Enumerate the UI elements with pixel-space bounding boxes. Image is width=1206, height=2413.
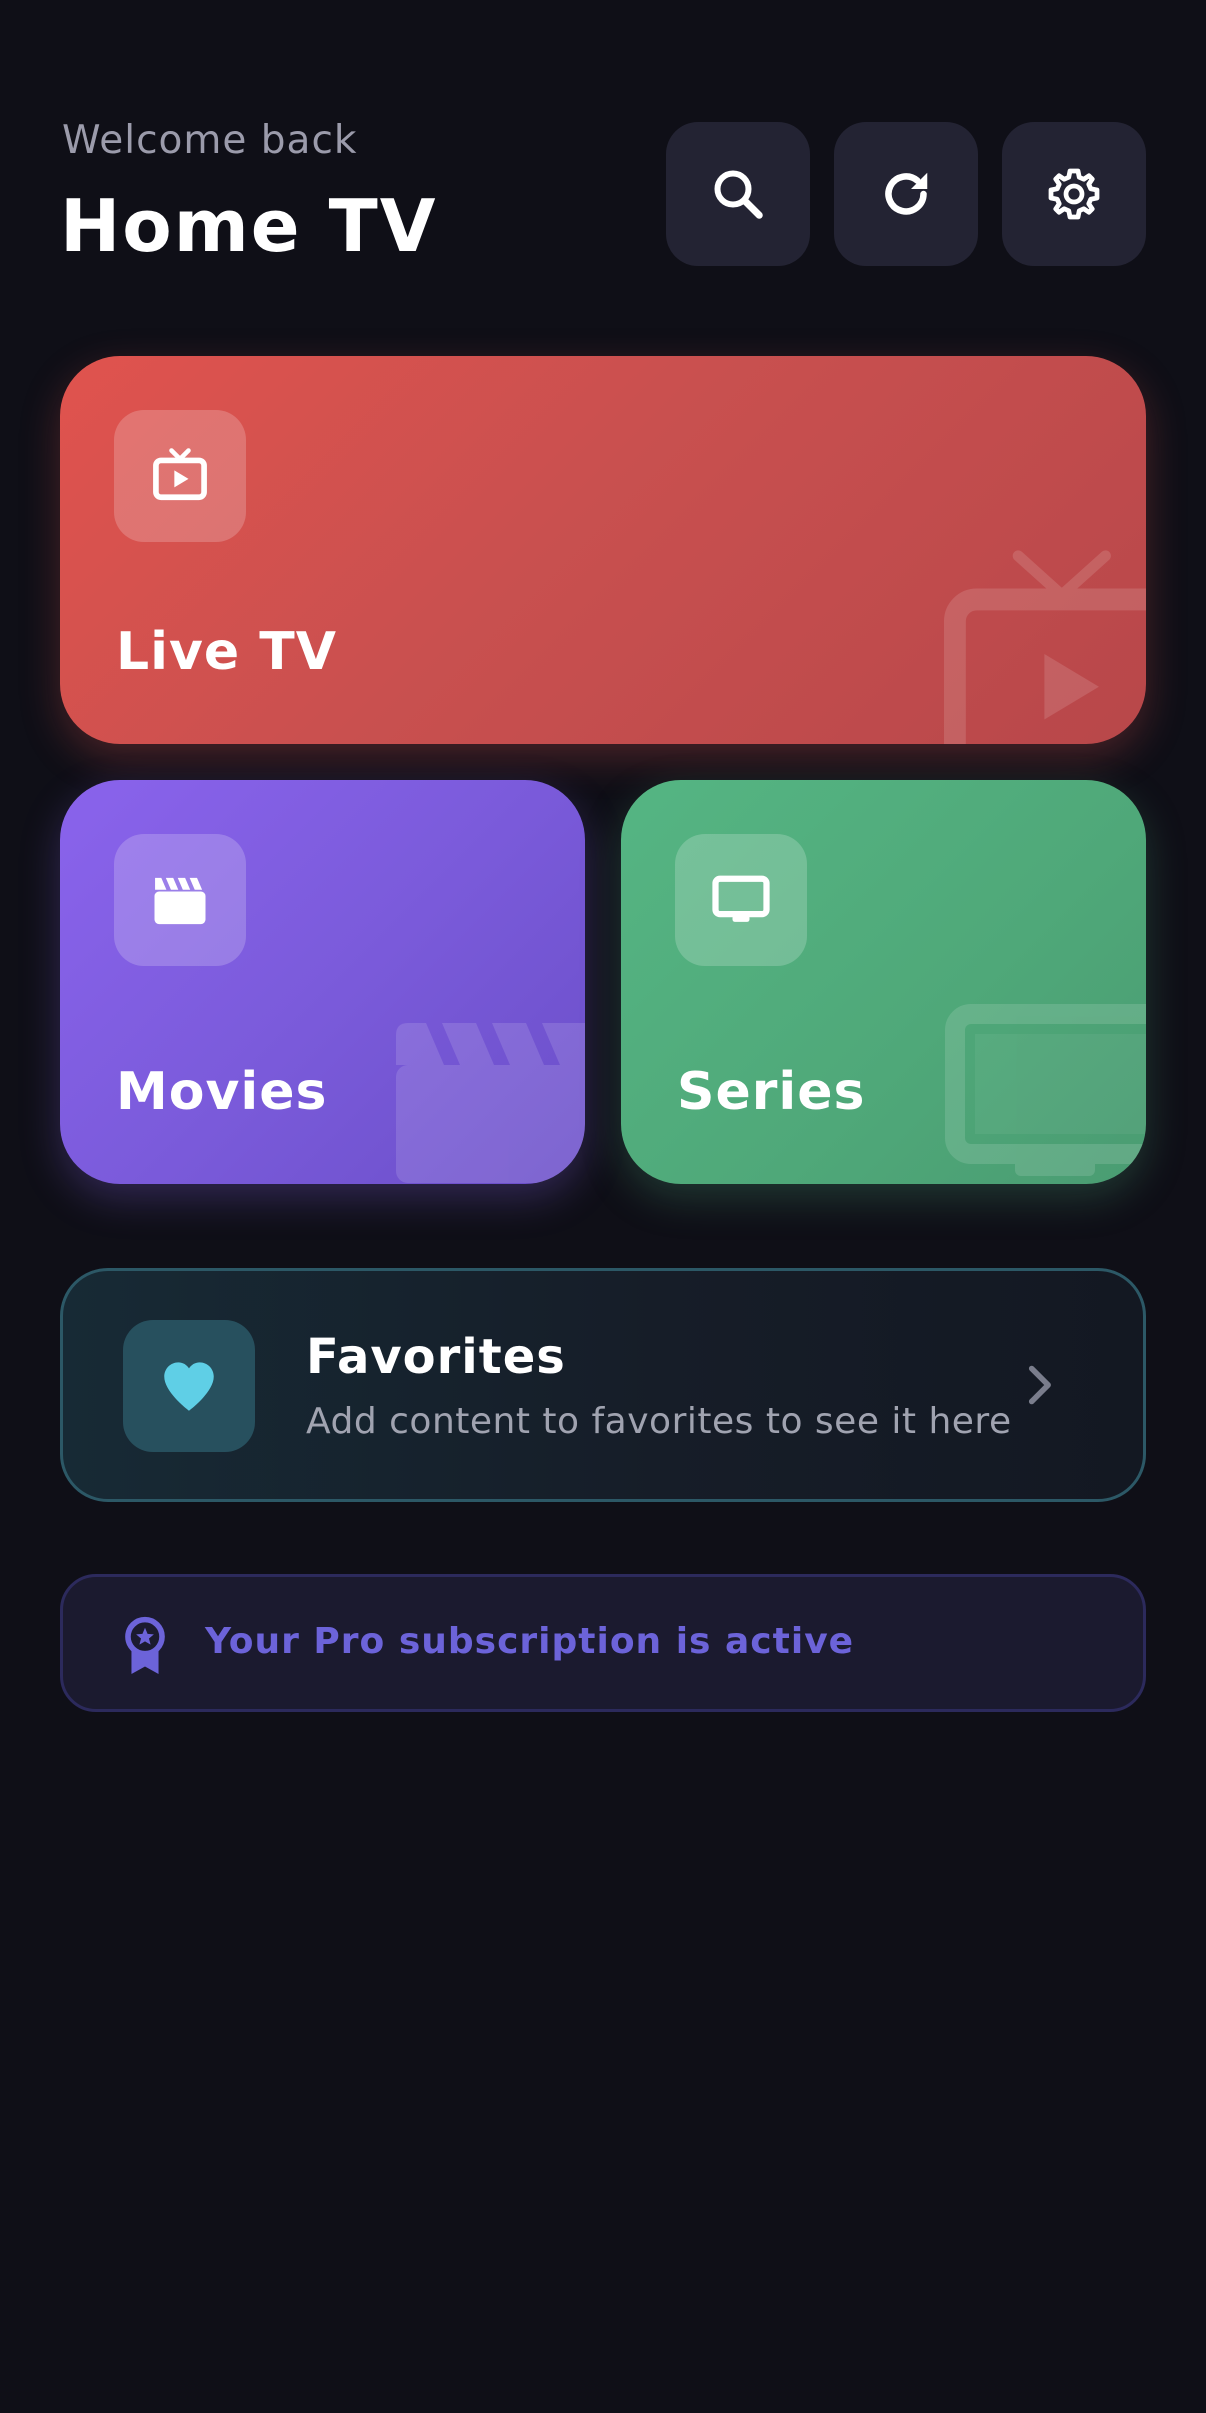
live-tv-label: Live TV [116, 622, 337, 682]
live-tv-badge [114, 410, 246, 542]
favorites-title: Favorites [306, 1329, 566, 1385]
refresh-icon [885, 172, 928, 215]
favorites-subtitle: Add content to favorites to see it here [306, 1401, 1012, 1442]
monitor-watermark-icon [945, 1004, 1146, 1176]
movies-tile[interactable]: Movies [60, 780, 585, 1184]
subscription-banner: Your Pro subscription is active [60, 1574, 1146, 1712]
header: Welcome back Home TV [60, 118, 1146, 268]
movies-label: Movies [116, 1062, 328, 1122]
live-tv-tile[interactable]: Live TV [60, 356, 1146, 744]
search-icon [714, 170, 763, 219]
favorites-badge [123, 1320, 255, 1452]
clapperboard-icon [154, 877, 206, 925]
movies-badge [114, 834, 246, 966]
monitor-icon [712, 875, 770, 922]
chevron-right-icon [1028, 1365, 1051, 1405]
award-icon [125, 1616, 165, 1674]
tv-watermark-icon [944, 550, 1146, 744]
series-tile[interactable]: Series [621, 780, 1146, 1184]
heart-icon [164, 1362, 214, 1411]
subscription-text: Your Pro subscription is active [205, 1621, 855, 1662]
settings-button[interactable] [1002, 122, 1146, 266]
welcome-text: Welcome back [62, 118, 358, 163]
clapperboard-watermark-icon [396, 1023, 585, 1183]
series-badge [675, 834, 807, 966]
series-label: Series [677, 1062, 866, 1122]
gear-icon [1048, 168, 1100, 220]
refresh-button[interactable] [834, 122, 978, 266]
page-title: Home TV [60, 184, 438, 268]
tv-play-icon [153, 448, 207, 501]
search-button[interactable] [666, 122, 810, 266]
favorites-card[interactable]: Favorites Add content to favorites to se… [60, 1268, 1146, 1502]
